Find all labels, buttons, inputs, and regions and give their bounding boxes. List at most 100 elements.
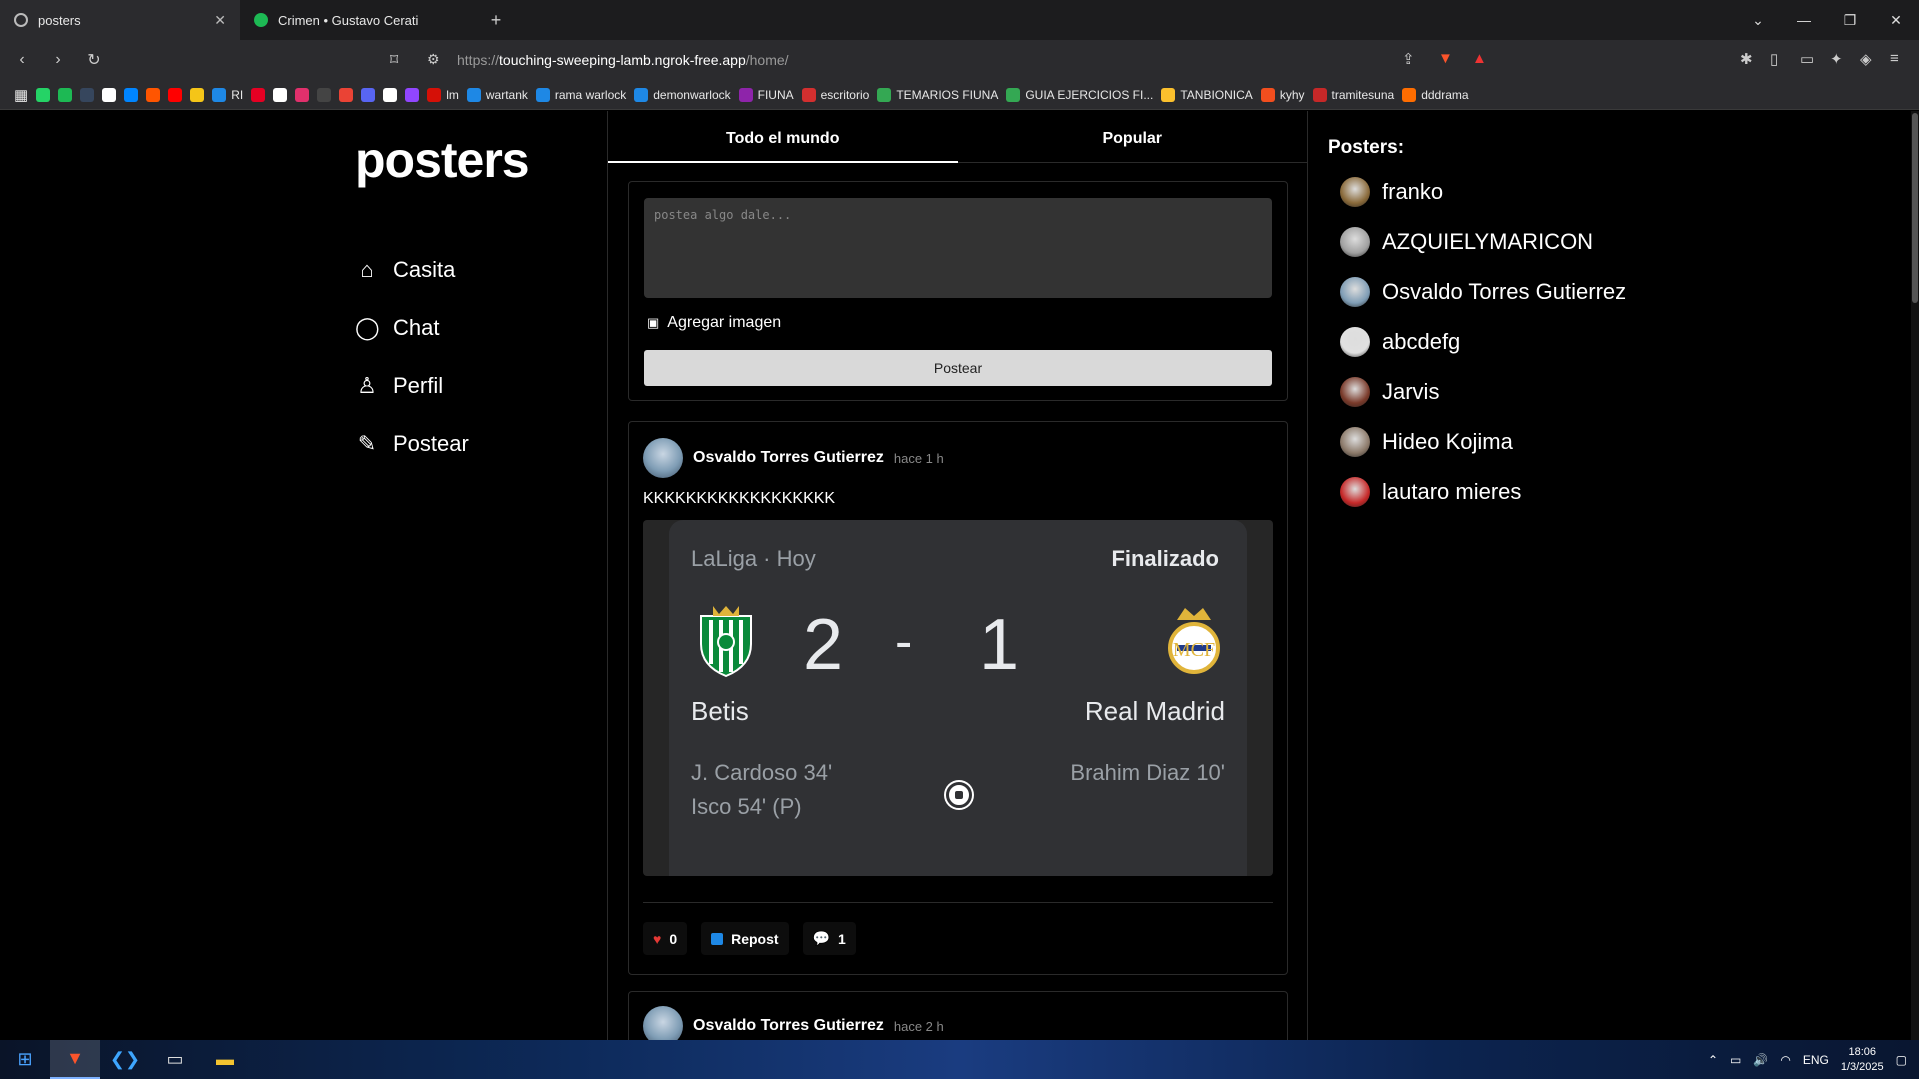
brave-shields-icon[interactable]: ▼ (1438, 50, 1453, 67)
file-explorer-icon[interactable]: ▬ (200, 1040, 250, 1079)
bookmark-item[interactable] (317, 87, 332, 102)
bookmark-item[interactable]: GUIA EJERCICIOS FI... (1006, 87, 1153, 102)
close-tab-icon[interactable]: ✕ (214, 12, 226, 29)
new-tab-button[interactable]: + (480, 10, 512, 31)
menu-icon[interactable]: ≡ (1890, 50, 1899, 67)
bookmark-item[interactable] (251, 87, 266, 102)
bookmark-label: tramitesuna (1331, 87, 1395, 102)
submit-post-button[interactable]: Postear (644, 350, 1272, 386)
poster-item[interactable]: Jarvis (1328, 367, 1828, 417)
sidebar-icon[interactable]: ▯ (1770, 50, 1778, 68)
post-image[interactable]: LaLiga · Hoy Finalizado 2 - 1 MCF Betis … (643, 520, 1273, 876)
bookmark-favicon-icon (58, 87, 73, 102)
terminal-icon[interactable]: ▭ (150, 1040, 200, 1079)
bookmark-item[interactable] (58, 87, 73, 102)
minimize-button[interactable]: — (1781, 12, 1827, 28)
bookmark-item[interactable] (102, 87, 117, 102)
bookmark-item[interactable]: RI (212, 87, 243, 102)
vscode-icon[interactable]: ❮❯ (100, 1040, 150, 1079)
wifi-icon[interactable]: ◠ (1780, 1053, 1790, 1067)
reload-button[interactable]: ↻ (80, 50, 108, 70)
bookmark-item[interactable]: dddrama (1402, 87, 1469, 102)
bookmark-item[interactable] (124, 87, 139, 102)
bookmark-icon[interactable]: ⌑ (390, 50, 398, 70)
close-window-button[interactable]: ✕ (1873, 12, 1919, 29)
page-scrollbar[interactable] (1911, 111, 1919, 1040)
bookmark-item[interactable]: tramitesuna (1312, 87, 1395, 102)
bookmark-item[interactable]: escritorio (801, 87, 869, 102)
url-prefix: https:// (457, 52, 500, 68)
tab-todo-el-mundo[interactable]: Todo el mundo (608, 111, 958, 163)
brave-rewards-icon[interactable]: ▲ (1472, 50, 1487, 67)
apps-grid-icon[interactable]: ▦ (14, 86, 28, 104)
bookmark-item[interactable] (273, 87, 288, 102)
battery-icon[interactable]: ▭ (1730, 1053, 1741, 1067)
url-field[interactable]: https://touching-sweeping-lamb.ngrok-fre… (457, 52, 789, 68)
notifications-icon[interactable]: ▢ (1896, 1053, 1907, 1067)
poster-item[interactable]: lautaro mieres (1328, 467, 1828, 517)
bookmark-favicon-icon (1260, 87, 1275, 102)
vpn-icon[interactable]: ◈ (1860, 50, 1872, 68)
bookmark-item[interactable]: FIUNA (738, 87, 794, 102)
repost-button[interactable]: Repost (701, 922, 789, 955)
bookmark-item[interactable]: rama warlock (535, 87, 626, 102)
bookmark-item[interactable] (383, 87, 398, 102)
bookmark-item[interactable] (168, 87, 183, 102)
bookmark-item[interactable]: demonwarlock (634, 87, 731, 102)
poster-name: lautaro mieres (1382, 479, 1522, 504)
browser-tab-posters[interactable]: posters ✕ (0, 0, 240, 40)
share-icon[interactable]: ⇪ (1402, 50, 1415, 68)
poster-item[interactable]: Osvaldo Torres Gutierrez (1328, 267, 1828, 317)
brave-browser-icon[interactable]: ▼ (50, 1040, 100, 1079)
windows-start-icon[interactable]: ⊞ (0, 1040, 50, 1079)
sidebar-item-casita[interactable]: ⌂ Casita (355, 241, 469, 299)
avatar[interactable] (643, 1006, 683, 1040)
back-button[interactable]: ‹ (8, 51, 36, 69)
comment-button[interactable]: 💬 1 (802, 922, 856, 955)
post-author[interactable]: Osvaldo Torres Gutierrez (693, 449, 884, 467)
poster-item[interactable]: abcdefg (1328, 317, 1828, 367)
language-indicator[interactable]: ENG (1803, 1053, 1829, 1067)
wallet-icon[interactable]: ▭ (1800, 50, 1814, 68)
clock[interactable]: 18:06 1/3/2025 (1841, 1045, 1884, 1075)
site-settings-icon[interactable]: ⚙ (427, 51, 440, 68)
add-image-button[interactable]: ▣ Agregar imagen (647, 314, 781, 332)
avatar[interactable] (643, 438, 683, 478)
chevron-up-icon[interactable]: ⌃ (1708, 1053, 1718, 1067)
bookmark-item[interactable] (36, 87, 51, 102)
maximize-button[interactable]: ❐ (1827, 12, 1873, 29)
bookmark-favicon-icon (1161, 87, 1176, 102)
bookmark-item[interactable]: TEMARIOS FIUNA (877, 87, 998, 102)
tab-popular[interactable]: Popular (958, 111, 1308, 162)
volume-icon[interactable]: 🔊 (1753, 1053, 1768, 1067)
sidebar-item-postear[interactable]: ✎ Postear (355, 415, 469, 473)
poster-item[interactable]: franko (1328, 167, 1828, 217)
bookmark-item[interactable] (80, 87, 95, 102)
sidebar-item-perfil[interactable]: ♙ Perfil (355, 357, 469, 415)
scrollbar-thumb[interactable] (1912, 113, 1918, 303)
leo-ai-icon[interactable]: ✦ (1830, 50, 1843, 68)
browser-tab-spotify[interactable]: Crimen • Gustavo Cerati (240, 0, 480, 40)
bookmark-item[interactable]: wartank (466, 87, 528, 102)
bookmark-item[interactable] (146, 87, 161, 102)
bookmark-item[interactable]: TANBIONICA (1161, 87, 1253, 102)
post-textarea[interactable]: postea algo dale... (644, 198, 1272, 298)
sidebar-nav: ⌂ Casita ◯ Chat ♙ Perfil ✎ Postear (355, 241, 469, 473)
bookmark-item[interactable] (339, 87, 354, 102)
forward-button[interactable]: › (44, 51, 72, 69)
extensions-icon[interactable]: ✱ (1740, 50, 1753, 68)
bookmark-item[interactable]: kyhy (1260, 87, 1305, 102)
site-logo[interactable]: posters (355, 131, 530, 189)
bookmark-item[interactable] (361, 87, 376, 102)
poster-item[interactable]: AZQUIELYMARICON (1328, 217, 1828, 267)
bookmark-item[interactable]: lm (427, 87, 459, 102)
poster-item[interactable]: Hideo Kojima (1328, 417, 1828, 467)
like-button[interactable]: ♥ 0 (643, 922, 688, 955)
bookmark-favicon-icon (738, 87, 753, 102)
sidebar-item-chat[interactable]: ◯ Chat (355, 299, 469, 357)
bookmark-item[interactable] (295, 87, 310, 102)
post-author[interactable]: Osvaldo Torres Gutierrez (693, 1017, 884, 1035)
bookmark-item[interactable] (190, 87, 205, 102)
tab-search-icon[interactable]: ⌄ (1735, 12, 1781, 29)
bookmark-item[interactable] (405, 87, 420, 102)
